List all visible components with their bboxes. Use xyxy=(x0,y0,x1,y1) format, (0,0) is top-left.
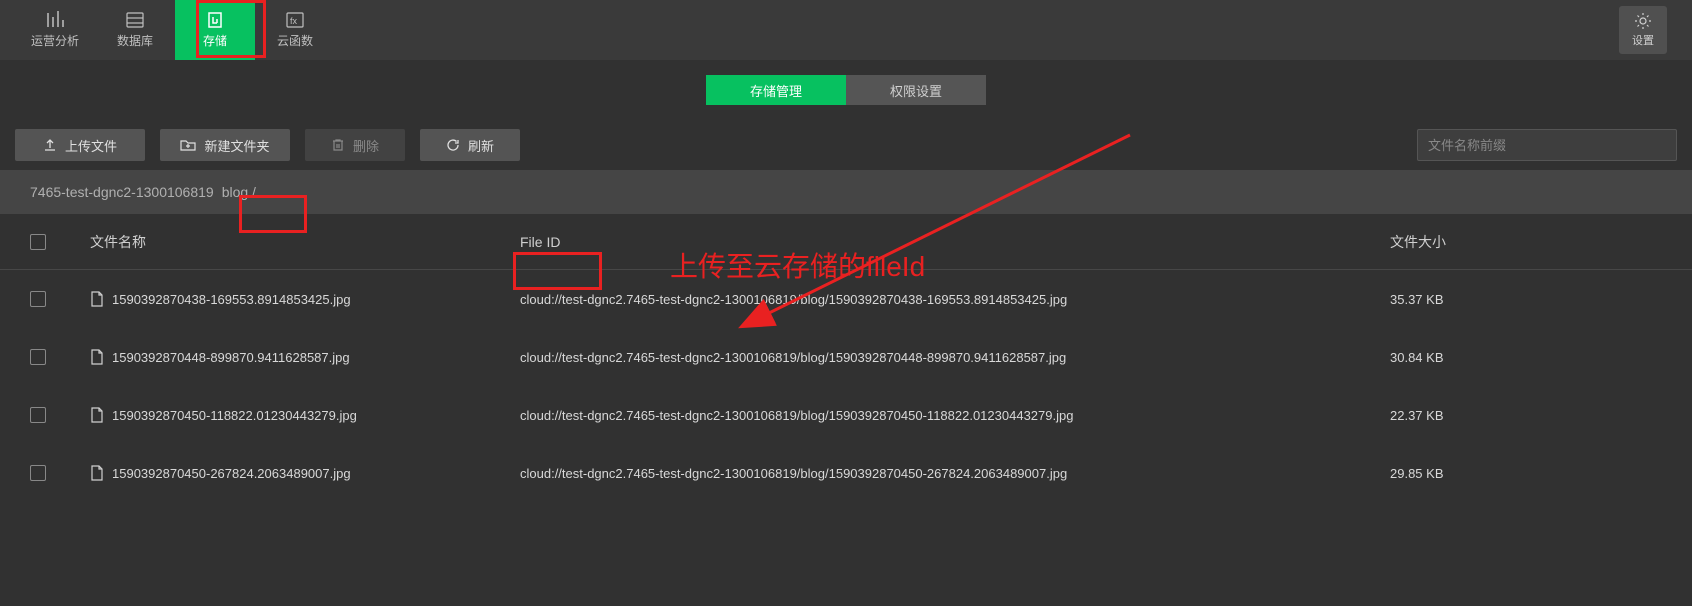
column-header-fileid: File ID xyxy=(520,234,1390,250)
row-checkbox[interactable] xyxy=(30,291,46,307)
table-header: 文件名称 File ID 文件大小 xyxy=(0,214,1692,270)
nav-tab-label: 运营分析 xyxy=(31,32,79,49)
new-folder-button[interactable]: 新建文件夹 xyxy=(160,129,290,161)
cell-filename: 1590392870448-899870.9411628587.jpg xyxy=(112,350,350,365)
table-row[interactable]: 1590392870448-899870.9411628587.jpg clou… xyxy=(0,328,1692,386)
cell-fileid: cloud://test-dgnc2.7465-test-dgnc2-13001… xyxy=(520,408,1390,423)
nav-tab-function[interactable]: fx 云函数 xyxy=(255,0,335,60)
row-checkbox[interactable] xyxy=(30,349,46,365)
tab-storage-management[interactable]: 存储管理 xyxy=(706,75,846,105)
sub-tab-label: 权限设置 xyxy=(890,81,942,100)
breadcrumb: 7465-test-dgnc2-1300106819 blog / xyxy=(0,170,1692,214)
gear-icon xyxy=(1634,12,1652,30)
upload-icon xyxy=(43,138,57,152)
row-checkbox[interactable] xyxy=(30,465,46,481)
refresh-button[interactable]: 刷新 xyxy=(420,129,520,161)
cell-fileid: cloud://test-dgnc2.7465-test-dgnc2-13001… xyxy=(520,292,1390,307)
nav-tab-label: 云函数 xyxy=(277,32,313,49)
cell-filesize: 35.37 KB xyxy=(1390,292,1662,307)
cell-filename: 1590392870450-267824.2063489007.jpg xyxy=(112,466,351,481)
table-row[interactable]: 1590392870450-118822.01230443279.jpg clo… xyxy=(0,386,1692,444)
breadcrumb-path[interactable]: blog / xyxy=(222,184,256,200)
nav-tab-analytics[interactable]: 运营分析 xyxy=(15,0,95,60)
cell-filename: 1590392870438-169553.8914853425.jpg xyxy=(112,292,351,307)
cell-filesize: 30.84 KB xyxy=(1390,350,1662,365)
upload-button[interactable]: 上传文件 xyxy=(15,129,145,161)
folder-plus-icon xyxy=(180,138,196,152)
svg-text:fx: fx xyxy=(290,16,298,26)
cell-filesize: 22.37 KB xyxy=(1390,408,1662,423)
tab-permission-settings[interactable]: 权限设置 xyxy=(846,75,986,105)
cell-fileid: cloud://test-dgnc2.7465-test-dgnc2-13001… xyxy=(520,350,1390,365)
nav-tab-label: 存储 xyxy=(203,32,227,49)
delete-button[interactable]: 删除 xyxy=(305,129,405,161)
file-icon xyxy=(90,407,104,423)
storage-icon xyxy=(205,11,225,29)
database-icon xyxy=(125,11,145,29)
trash-icon xyxy=(331,138,345,152)
file-icon xyxy=(90,465,104,481)
nav-tab-database[interactable]: 数据库 xyxy=(95,0,175,60)
nav-tab-storage[interactable]: 存储 xyxy=(175,0,255,60)
column-header-filename: 文件名称 xyxy=(90,232,520,252)
analytics-icon xyxy=(45,11,65,29)
upload-label: 上传文件 xyxy=(65,136,117,155)
column-header-filesize: 文件大小 xyxy=(1390,232,1662,252)
table-row[interactable]: 1590392870450-267824.2063489007.jpg clou… xyxy=(0,444,1692,502)
file-icon xyxy=(90,291,104,307)
file-icon xyxy=(90,349,104,365)
cell-fileid: cloud://test-dgnc2.7465-test-dgnc2-13001… xyxy=(520,466,1390,481)
refresh-label: 刷新 xyxy=(468,136,494,155)
row-checkbox[interactable] xyxy=(30,407,46,423)
function-icon: fx xyxy=(285,11,305,29)
settings-button[interactable]: 设置 xyxy=(1619,6,1667,54)
nav-tab-label: 数据库 xyxy=(117,32,153,49)
search-input[interactable] xyxy=(1417,129,1677,161)
delete-label: 删除 xyxy=(353,136,379,155)
refresh-icon xyxy=(446,138,460,152)
cell-filename: 1590392870450-118822.01230443279.jpg xyxy=(112,408,357,423)
select-all-checkbox[interactable] xyxy=(30,234,46,250)
new-folder-label: 新建文件夹 xyxy=(204,136,269,155)
settings-label: 设置 xyxy=(1632,32,1654,48)
sub-tab-label: 存储管理 xyxy=(750,81,802,100)
cell-filesize: 29.85 KB xyxy=(1390,466,1662,481)
breadcrumb-root[interactable]: 7465-test-dgnc2-1300106819 xyxy=(30,184,214,200)
table-row[interactable]: 1590392870438-169553.8914853425.jpg clou… xyxy=(0,270,1692,328)
